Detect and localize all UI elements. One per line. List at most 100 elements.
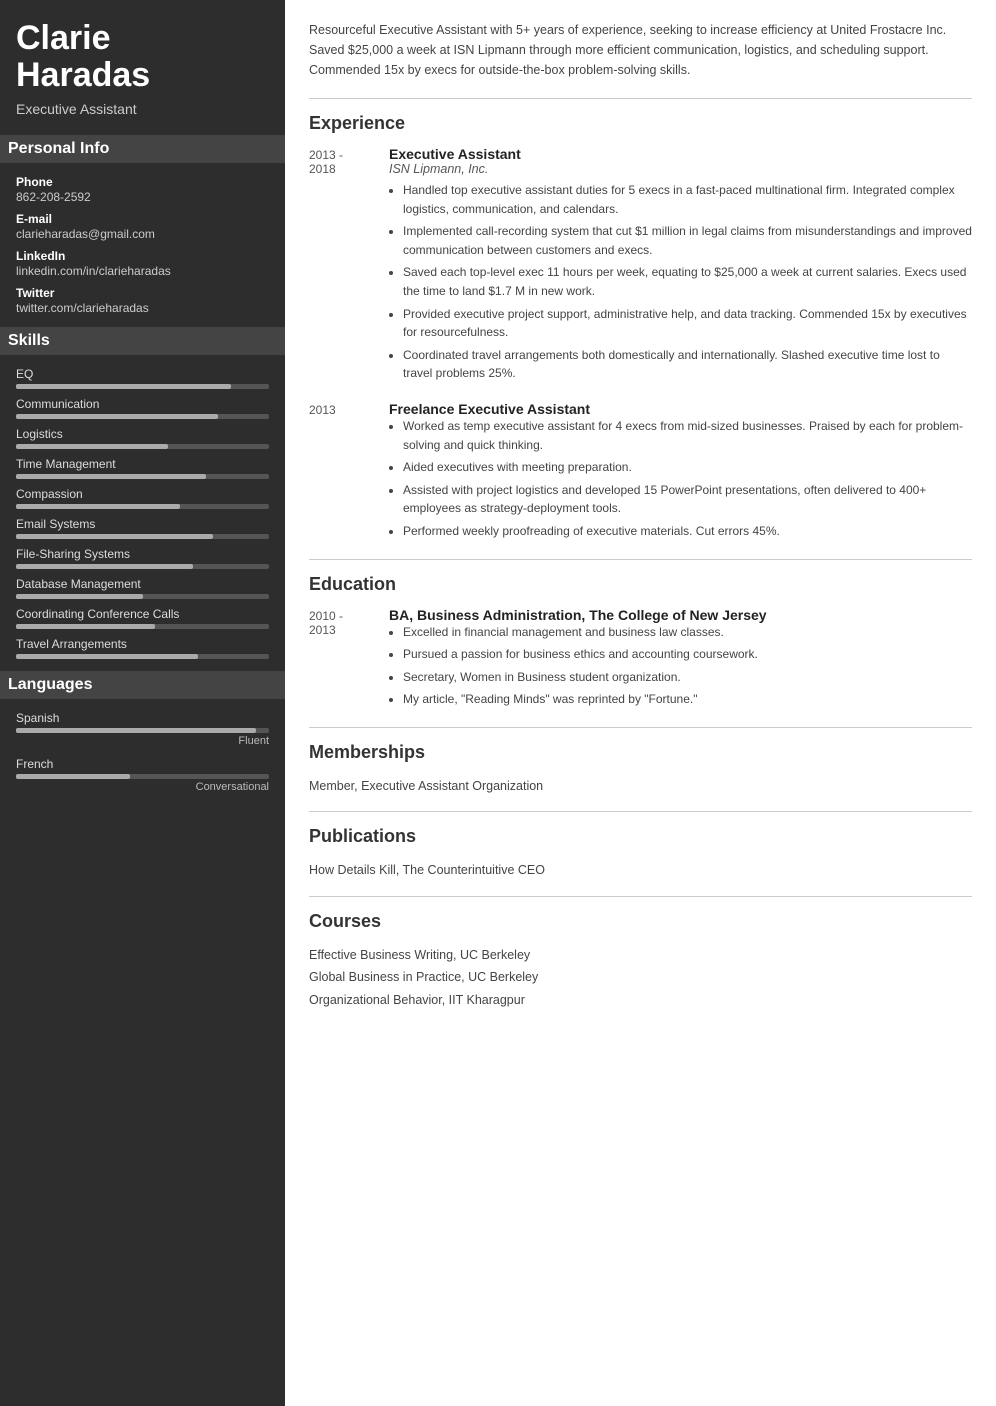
skill-bar-fill bbox=[16, 594, 143, 599]
job-date: 2013 bbox=[309, 401, 389, 545]
sidebar: Clarie Haradas Executive Assistant Perso… bbox=[0, 0, 285, 1406]
skill-bar-bg bbox=[16, 594, 269, 599]
languages-section-title: Languages bbox=[0, 671, 285, 699]
divider-memberships bbox=[309, 727, 972, 728]
candidate-title: Executive Assistant bbox=[16, 101, 269, 117]
job-bullet: Provided executive project support, admi… bbox=[403, 305, 972, 342]
job-content: Executive AssistantISN Lipmann, Inc. Hand… bbox=[389, 146, 972, 387]
experience-section-title: Experience bbox=[309, 113, 972, 134]
edu-bullets: Excelled in financial management and bus… bbox=[389, 623, 972, 709]
job-date: 2013 - 2018 bbox=[309, 146, 389, 387]
skill-name: EQ bbox=[16, 367, 269, 381]
skill-bar-fill bbox=[16, 564, 193, 569]
job-bullets: Handled top executive assistant duties f… bbox=[389, 181, 972, 383]
language-item: Spanish Fluent bbox=[16, 711, 269, 747]
email-label: E-mail bbox=[16, 212, 269, 226]
skills-section-title: Skills bbox=[0, 327, 285, 355]
job-content: Freelance Executive AssistantWorked as t… bbox=[389, 401, 972, 545]
divider-publications bbox=[309, 811, 972, 812]
skill-bar-bg bbox=[16, 564, 269, 569]
skill-item: Email Systems bbox=[16, 517, 269, 539]
skill-name: Compassion bbox=[16, 487, 269, 501]
skill-bar-fill bbox=[16, 534, 213, 539]
skill-name: File-Sharing Systems bbox=[16, 547, 269, 561]
language-name: Spanish bbox=[16, 711, 269, 725]
skill-bar-bg bbox=[16, 624, 269, 629]
job-bullet: Performed weekly proofreading of executi… bbox=[403, 522, 972, 541]
language-item: French Conversational bbox=[16, 757, 269, 793]
skill-item: EQ bbox=[16, 367, 269, 389]
skill-item: Logistics bbox=[16, 427, 269, 449]
skill-item: Database Management bbox=[16, 577, 269, 599]
personal-info-section-title: Personal Info bbox=[0, 135, 285, 163]
skill-name: Email Systems bbox=[16, 517, 269, 531]
course-item: Global Business in Practice, UC Berkeley bbox=[309, 966, 972, 989]
skill-name: Logistics bbox=[16, 427, 269, 441]
language-bar-bg bbox=[16, 774, 269, 779]
phone-label: Phone bbox=[16, 175, 269, 189]
job-bullet: Coordinated travel arrangements both dom… bbox=[403, 346, 972, 383]
skill-bar-bg bbox=[16, 654, 269, 659]
job-bullet: Implemented call-recording system that c… bbox=[403, 222, 972, 259]
education-entry: 2010 - 2013BA, Business Administration, … bbox=[309, 607, 972, 713]
publications-text: How Details Kill, The Counterintuitive C… bbox=[309, 859, 972, 882]
skill-item: Time Management bbox=[16, 457, 269, 479]
job-bullet: Worked as temp executive assistant for 4… bbox=[403, 417, 972, 454]
main-content: Resourceful Executive Assistant with 5+ … bbox=[285, 0, 996, 1406]
edu-degree: BA, Business Administration, The College… bbox=[389, 607, 972, 623]
language-bar-fill bbox=[16, 728, 256, 733]
edu-bullet: My article, "Reading Minds" was reprinte… bbox=[403, 690, 972, 709]
skill-bar-fill bbox=[16, 474, 206, 479]
job-title: Freelance Executive Assistant bbox=[389, 401, 972, 417]
course-item: Organizational Behavior, IIT Kharagpur bbox=[309, 989, 972, 1012]
courses-section-title: Courses bbox=[309, 911, 972, 932]
skill-item: File-Sharing Systems bbox=[16, 547, 269, 569]
skill-item: Communication bbox=[16, 397, 269, 419]
skill-item: Travel Arrangements bbox=[16, 637, 269, 659]
language-bar-bg bbox=[16, 728, 269, 733]
linkedin-label: LinkedIn bbox=[16, 249, 269, 263]
job-company: ISN Lipmann, Inc. bbox=[389, 162, 972, 176]
twitter-label: Twitter bbox=[16, 286, 269, 300]
phone-value: 862-208-2592 bbox=[16, 190, 269, 204]
job-title: Executive Assistant bbox=[389, 146, 972, 162]
candidate-name: Clarie Haradas bbox=[16, 20, 269, 95]
education-list: 2010 - 2013BA, Business Administration, … bbox=[309, 607, 972, 713]
skill-name: Communication bbox=[16, 397, 269, 411]
divider-courses bbox=[309, 896, 972, 897]
job-bullet: Aided executives with meeting preparatio… bbox=[403, 458, 972, 477]
courses-list: Effective Business Writing, UC BerkeleyG… bbox=[309, 944, 972, 1012]
skill-bar-bg bbox=[16, 444, 269, 449]
skill-bar-bg bbox=[16, 474, 269, 479]
job-bullets: Worked as temp executive assistant for 4… bbox=[389, 417, 972, 541]
email-value: clarieharadas@gmail.com bbox=[16, 227, 269, 241]
skill-name: Coordinating Conference Calls bbox=[16, 607, 269, 621]
skill-bar-bg bbox=[16, 534, 269, 539]
language-level: Fluent bbox=[16, 735, 269, 747]
course-item: Effective Business Writing, UC Berkeley bbox=[309, 944, 972, 967]
skill-item: Coordinating Conference Calls bbox=[16, 607, 269, 629]
edu-bullet: Excelled in financial management and bus… bbox=[403, 623, 972, 642]
job-entry: 2013 - 2018Executive AssistantISN Lipman… bbox=[309, 146, 972, 387]
summary-text: Resourceful Executive Assistant with 5+ … bbox=[309, 20, 972, 80]
skill-bar-fill bbox=[16, 654, 198, 659]
job-bullet: Assisted with project logistics and deve… bbox=[403, 481, 972, 518]
twitter-value: twitter.com/clarieharadas bbox=[16, 301, 269, 315]
skill-bar-bg bbox=[16, 414, 269, 419]
skill-name: Database Management bbox=[16, 577, 269, 591]
linkedin-value: linkedin.com/in/clarieharadas bbox=[16, 264, 269, 278]
language-name: French bbox=[16, 757, 269, 771]
skills-list: EQ Communication Logistics Time Manageme… bbox=[16, 367, 269, 659]
languages-list: Spanish Fluent French Conversational bbox=[16, 711, 269, 793]
jobs-list: 2013 - 2018Executive AssistantISN Lipman… bbox=[309, 146, 972, 545]
skill-bar-fill bbox=[16, 504, 180, 509]
skill-bar-fill bbox=[16, 384, 231, 389]
edu-bullet: Pursued a passion for business ethics an… bbox=[403, 645, 972, 664]
edu-date: 2010 - 2013 bbox=[309, 607, 389, 713]
skill-bar-fill bbox=[16, 414, 218, 419]
skill-item: Compassion bbox=[16, 487, 269, 509]
publications-section-title: Publications bbox=[309, 826, 972, 847]
skill-bar-bg bbox=[16, 384, 269, 389]
job-bullet: Saved each top-level exec 11 hours per w… bbox=[403, 263, 972, 300]
skill-bar-fill bbox=[16, 624, 155, 629]
